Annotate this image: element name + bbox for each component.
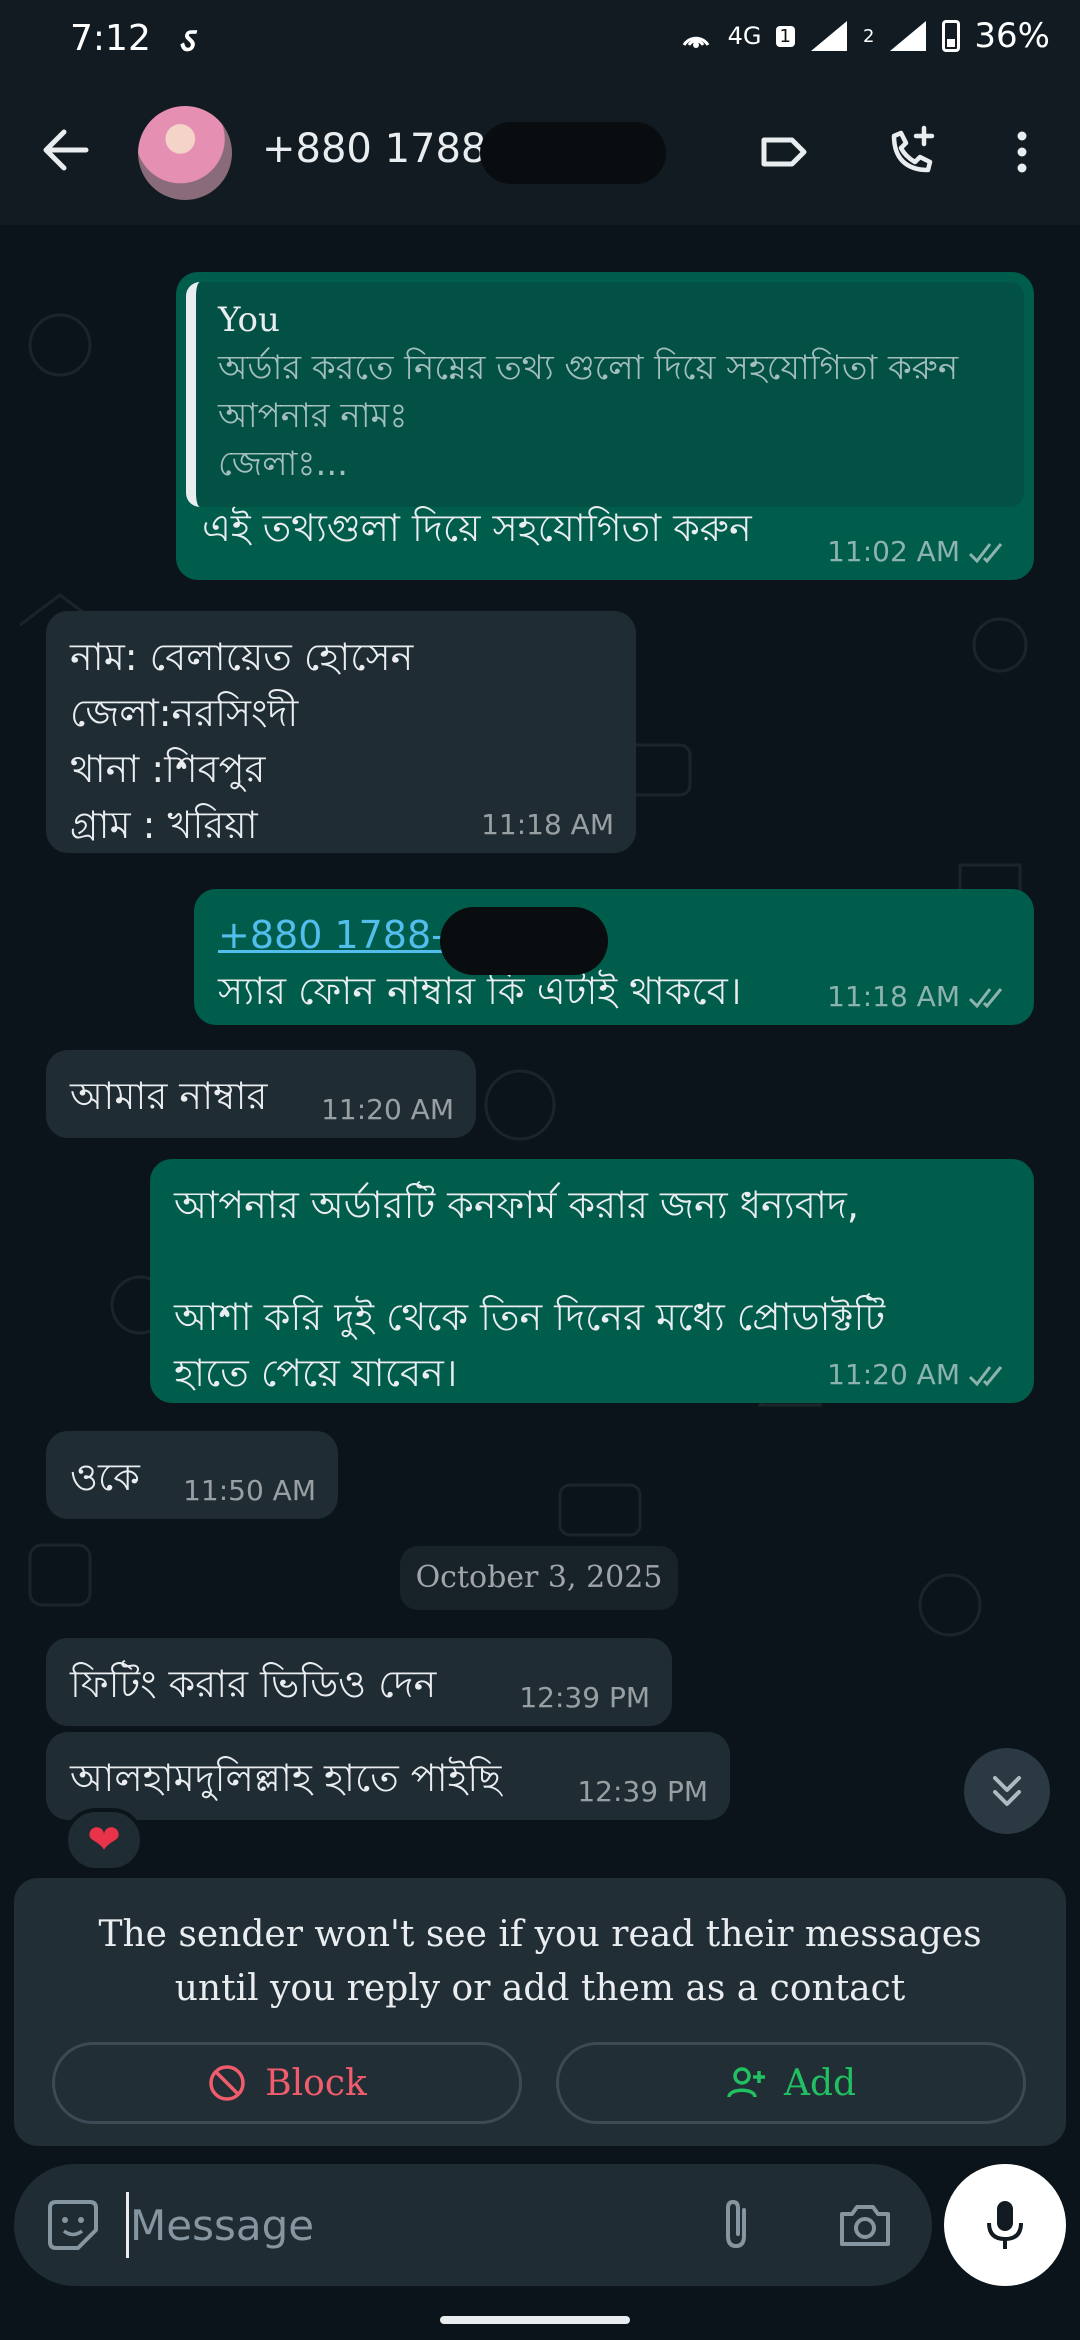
add-person-icon — [727, 2067, 765, 2098]
message-bubble-outgoing[interactable]: You অর্ডার করতে নিম্নের তথ্য গুলো দিয়ে … — [176, 272, 1034, 580]
message-list[interactable]: You অর্ডার করতে নিম্নের তথ্য গুলো দিয়ে … — [0, 225, 1080, 1875]
quoted-message[interactable]: You অর্ডার করতে নিম্নের তথ্য গুলো দিয়ে … — [186, 282, 1024, 507]
message-time: 11:18 AM — [827, 980, 960, 1013]
quoted-line: অর্ডার করতে নিম্নের তথ্য গুলো দিয়ে সহযো… — [218, 348, 959, 388]
message-input[interactable] — [130, 2192, 590, 2258]
add-call-icon[interactable] — [884, 124, 940, 180]
message-bubble-incoming[interactable]: ফিটিং করার ভিডিও দেন 12:39 PM — [46, 1638, 672, 1726]
block-button[interactable]: Block — [52, 2042, 522, 2124]
add-contact-button[interactable]: Add — [556, 2042, 1026, 2124]
signal-sim2-icon — [890, 21, 927, 51]
message-time: 11:18 AM — [481, 808, 614, 841]
message-meta: 11:18 AM — [481, 809, 614, 841]
text-caret — [126, 2192, 129, 2258]
message-bubble-incoming[interactable]: নাম: বেলায়েত হোসেন জেলা:নরসিংদী থানা :শ… — [46, 611, 636, 853]
date-divider: October 3, 2025 — [400, 1546, 678, 1610]
message-meta: 11:20 AM — [321, 1094, 454, 1126]
message-bubble-outgoing[interactable]: আপনার অর্ডারটি কনফার্ম করার জন্য ধন্যবাদ… — [150, 1159, 1034, 1403]
app-notification-icon: ऽ — [178, 21, 194, 61]
double-chevron-down-icon — [993, 1776, 1021, 1806]
message-bubble-incoming[interactable]: আলহামদুলিল্লাহ হাতে পাইছি 12:39 PM — [46, 1732, 730, 1820]
message-time: 11:02 AM — [827, 535, 960, 568]
camera-icon[interactable] — [834, 2194, 896, 2256]
home-gesture-handle[interactable] — [440, 2316, 630, 2324]
message-text: এই তথ্যগুলা দিয়ে সহযোগিতা করুন — [202, 506, 752, 550]
microphone-icon — [987, 2201, 1023, 2249]
message-line: থানা :শিবপুর — [70, 747, 266, 791]
read-ticks-icon — [968, 1366, 1003, 1387]
quoted-line: আপনার নামঃ — [218, 396, 408, 436]
status-time: 7:12 — [70, 18, 151, 59]
message-line: আপনার অর্ডারটি কনফার্ম করার জন্য ধন্যবাদ… — [174, 1183, 859, 1227]
message-meta: 11:50 AM — [183, 1475, 316, 1507]
chat-header: +880 1788- — [0, 80, 1080, 225]
label-icon[interactable] — [756, 124, 812, 180]
message-meta: 11:02 AM — [827, 536, 1012, 568]
message-line: আশা করি দুই থেকে তিন দিনের মধ্যে প্রোডাক… — [174, 1295, 886, 1339]
message-meta: 11:20 AM — [827, 1359, 1012, 1391]
message-time: 12:39 PM — [577, 1775, 708, 1808]
redaction-mark — [480, 122, 666, 184]
message-time: 11:20 AM — [827, 1358, 960, 1391]
more-vert-icon[interactable] — [994, 124, 1050, 180]
message-line: জেলা:নরসিংদী — [70, 691, 299, 735]
message-line — [174, 1233, 1010, 1289]
attach-icon[interactable] — [706, 2194, 766, 2254]
unknown-sender-notice: The sender won't see if you read their m… — [14, 1878, 1066, 2146]
message-composer — [14, 2164, 932, 2286]
sim1-badge: 1 — [775, 25, 795, 47]
message-time: 11:20 AM — [321, 1093, 454, 1126]
scroll-to-bottom-button[interactable] — [964, 1748, 1050, 1834]
status-bar: 7:12 ऽ 4G 1 2 36% — [0, 0, 1080, 80]
phone-link[interactable]: +880 1788- — [218, 913, 445, 957]
redaction-mark — [440, 907, 608, 975]
sticker-icon[interactable] — [42, 2194, 104, 2256]
message-meta: 12:39 PM — [577, 1776, 708, 1808]
system-navigation-bar — [0, 2300, 1080, 2340]
network-type: 4G — [727, 22, 762, 50]
heart-reaction[interactable]: ❤ — [64, 1808, 144, 1872]
contact-name[interactable]: +880 1788- — [262, 126, 501, 172]
notice-text: The sender won't see if you read their m… — [98, 1914, 982, 2009]
avatar[interactable] — [138, 106, 232, 200]
signal-sim1-icon — [810, 21, 847, 51]
message-line: নাম: বেলায়েত হোসেন — [70, 635, 414, 679]
message-bubble-outgoing[interactable]: +880 1788- স্যার ফোন নাম্বার কি এটাই থাক… — [194, 889, 1034, 1025]
message-bubble-incoming[interactable]: আমার নাম্বার 11:20 AM — [46, 1050, 476, 1138]
block-icon — [209, 2065, 245, 2101]
add-label: Add — [783, 2062, 857, 2104]
quoted-line: জেলাঃ... — [218, 444, 348, 484]
message-bubble-incoming[interactable]: ওকে 11:50 AM — [46, 1431, 338, 1519]
read-ticks-icon — [968, 543, 1003, 564]
read-ticks-icon — [968, 988, 1003, 1009]
voice-record-button[interactable] — [944, 2164, 1066, 2286]
message-time: 11:50 AM — [183, 1474, 316, 1507]
hotspot-icon — [682, 36, 709, 48]
back-arrow-icon[interactable] — [36, 120, 96, 180]
battery-level: 36% — [974, 16, 1050, 56]
block-label: Block — [265, 2062, 367, 2104]
message-meta: 12:39 PM — [519, 1682, 650, 1714]
message-time: 12:39 PM — [519, 1681, 650, 1714]
message-link-row: +880 1788- — [218, 907, 1010, 975]
quoted-sender: You — [218, 300, 280, 340]
battery-icon — [942, 20, 961, 52]
sim2-badge: 2 — [862, 25, 875, 47]
message-meta: 11:18 AM — [827, 981, 1012, 1013]
status-icons: 4G 1 2 36% — [678, 16, 1050, 56]
